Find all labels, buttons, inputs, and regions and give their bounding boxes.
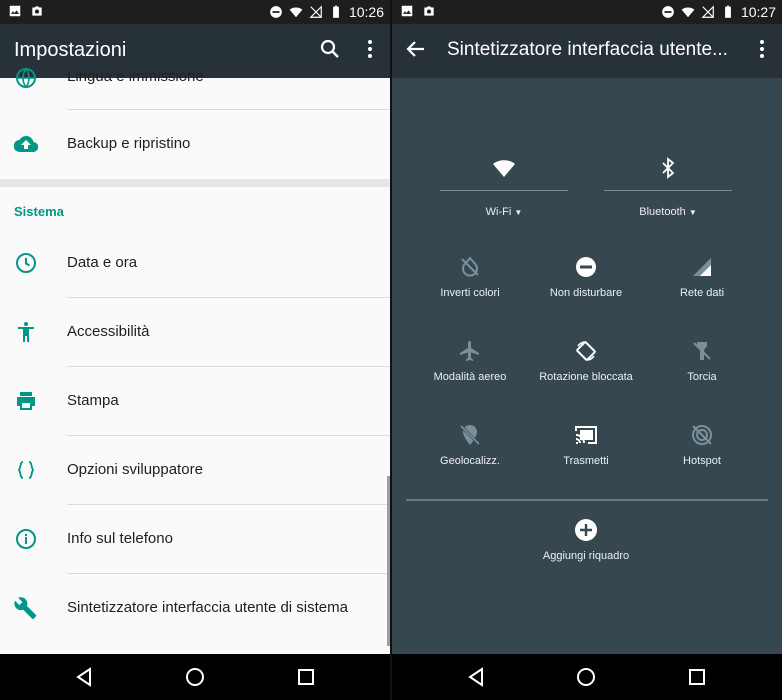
camera-notification-icon bbox=[424, 6, 434, 16]
tile-label: Non disturbare bbox=[549, 287, 623, 299]
recents-nav-icon[interactable] bbox=[685, 665, 709, 689]
more-options-icon[interactable] bbox=[750, 37, 774, 61]
settings-item-accessibility[interactable]: Accessibilità bbox=[0, 298, 390, 367]
rotation-lock-icon bbox=[576, 341, 596, 361]
hotspot-icon bbox=[692, 425, 712, 445]
battery-icon bbox=[725, 5, 731, 18]
section-title: Sistema bbox=[14, 204, 64, 219]
tile-label: Wi-Fi ▼ bbox=[440, 206, 568, 218]
quick-settings-divider bbox=[406, 499, 768, 501]
add-circle-icon bbox=[575, 519, 597, 541]
status-bar: 10:26 bbox=[0, 0, 390, 24]
more-options-icon[interactable] bbox=[358, 37, 382, 61]
airplane-icon bbox=[460, 341, 479, 361]
tile-label: Geolocalizz. bbox=[440, 455, 500, 467]
invert-colors-icon bbox=[461, 256, 479, 277]
settings-item-phone-info[interactable]: Info sul telefono bbox=[0, 505, 390, 574]
image-notification-icon bbox=[401, 5, 413, 17]
tile-label: Aggiungi riquadro bbox=[542, 550, 630, 562]
app-bar: Sintetizzatore interfaccia utente... bbox=[392, 24, 782, 78]
tile-label-text: Wi-Fi bbox=[485, 206, 512, 218]
settings-item-system-ui-tuner[interactable]: Sintetizzatore interfaccia utente di sis… bbox=[0, 574, 390, 643]
tile-label: Rotazione bloccata bbox=[539, 371, 633, 383]
cellular-data-icon bbox=[693, 258, 711, 276]
settings-item-label: Sintetizzatore interfaccia utente di sis… bbox=[67, 599, 348, 616]
flashlight-icon bbox=[693, 342, 711, 360]
location-off-icon bbox=[459, 424, 481, 446]
dnd-status-icon bbox=[270, 6, 282, 18]
do-not-disturb-icon bbox=[576, 257, 596, 277]
home-nav-icon[interactable] bbox=[183, 665, 207, 689]
bluetooth-icon bbox=[662, 157, 675, 179]
accessibility-icon bbox=[18, 322, 34, 342]
battery-icon bbox=[333, 5, 339, 18]
dropdown-arrow-icon[interactable]: ▼ bbox=[689, 208, 697, 217]
back-arrow-icon[interactable] bbox=[404, 37, 428, 61]
dropdown-arrow-icon[interactable]: ▼ bbox=[514, 208, 522, 217]
globe-icon bbox=[16, 68, 36, 88]
nav-bar bbox=[392, 654, 782, 700]
tile-label-text: Bluetooth bbox=[639, 206, 686, 218]
system-ui-tuner-screen: 10:27 Sintetizzatore interfaccia utente.… bbox=[392, 0, 782, 700]
tile-divider bbox=[604, 190, 732, 191]
section-header: Sistema bbox=[0, 187, 390, 229]
settings-item-label: Stampa bbox=[67, 392, 119, 409]
settings-item-label: Backup e ripristino bbox=[67, 135, 191, 152]
home-nav-icon[interactable] bbox=[574, 665, 598, 689]
no-signal-icon bbox=[309, 5, 322, 18]
settings-item-label: Lingua e immissione bbox=[67, 68, 204, 85]
camera-notification-icon bbox=[32, 6, 42, 16]
cloud-upload-icon bbox=[14, 135, 38, 153]
no-signal-icon bbox=[701, 5, 714, 18]
nav-bar bbox=[0, 654, 390, 700]
settings-item-backup[interactable]: Backup e ripristino bbox=[0, 110, 390, 179]
status-time: 10:27 bbox=[740, 4, 776, 20]
status-time: 10:26 bbox=[348, 4, 384, 20]
tile-label: Inverti colori bbox=[440, 287, 500, 299]
tile-label: Torcia bbox=[687, 371, 717, 383]
settings-item-print[interactable]: Stampa bbox=[0, 367, 390, 436]
back-nav-icon[interactable] bbox=[72, 665, 96, 689]
tile-label: Modalità aereo bbox=[433, 371, 507, 383]
cast-icon bbox=[575, 426, 597, 444]
settings-screen: 10:26 Impostazioni Lingua e immissione B… bbox=[0, 0, 390, 700]
section-divider bbox=[0, 179, 390, 187]
tile-label: Hotspot bbox=[683, 455, 721, 467]
search-icon[interactable] bbox=[318, 37, 342, 61]
printer-icon bbox=[17, 392, 35, 410]
status-bar: 10:27 bbox=[392, 0, 782, 24]
back-nav-icon[interactable] bbox=[464, 665, 488, 689]
wrench-icon bbox=[14, 597, 37, 619]
recents-nav-icon[interactable] bbox=[294, 665, 318, 689]
tile-divider bbox=[440, 190, 568, 191]
settings-item-developer[interactable]: Opzioni sviluppatore bbox=[0, 436, 390, 505]
tile-label: Bluetooth ▼ bbox=[604, 206, 732, 218]
tile-label: Rete dati bbox=[679, 287, 725, 299]
info-icon bbox=[16, 529, 36, 549]
wifi-status-icon bbox=[681, 7, 695, 18]
braces-icon bbox=[17, 461, 35, 479]
dnd-status-icon bbox=[662, 6, 674, 18]
settings-item-label: Info sul telefono bbox=[67, 530, 173, 547]
clock-icon bbox=[16, 253, 36, 273]
settings-item-date-time[interactable]: Data e ora bbox=[0, 229, 390, 298]
settings-item-label: Data e ora bbox=[67, 254, 138, 271]
settings-list: Lingua e immissione Backup e ripristino … bbox=[0, 68, 390, 643]
page-title: Sintetizzatore interfaccia utente... bbox=[447, 39, 728, 60]
image-notification-icon bbox=[9, 5, 21, 17]
wifi-icon bbox=[493, 160, 515, 177]
settings-item-label: Accessibilità bbox=[67, 323, 150, 340]
settings-item-label: Opzioni sviluppatore bbox=[67, 461, 203, 478]
tile-label: Trasmetti bbox=[563, 455, 609, 467]
wifi-status-icon bbox=[289, 7, 303, 18]
page-title: Impostazioni bbox=[14, 39, 127, 61]
settings-item-language[interactable]: Lingua e immissione bbox=[0, 68, 390, 110]
